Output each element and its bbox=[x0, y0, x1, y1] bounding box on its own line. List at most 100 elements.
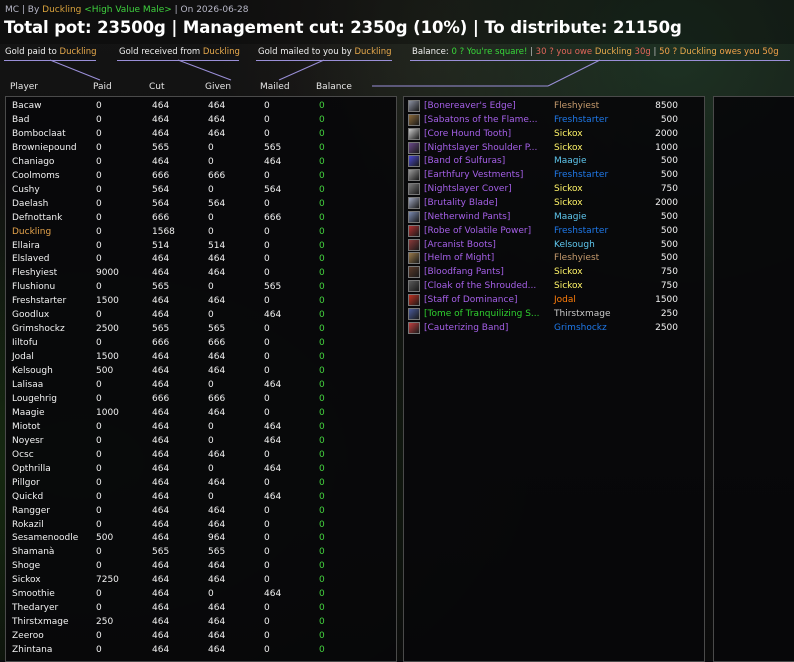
table-row: Elslaved 0 464 464 0 0 bbox=[6, 252, 396, 266]
cut-cell: 666 bbox=[152, 393, 170, 404]
table-row: Noyesr 0 464 0 464 0 bbox=[6, 434, 396, 448]
paid-cell: 1000 bbox=[96, 407, 119, 418]
item-link[interactable]: [Cloak of the Shrouded... bbox=[424, 279, 536, 293]
item-link[interactable]: [Nightslayer Cover] bbox=[424, 182, 512, 196]
item-link[interactable]: [Bonereaver's Edge] bbox=[424, 99, 516, 113]
balance-cell: 0 bbox=[319, 212, 325, 223]
item-link[interactable]: [Cauterizing Band] bbox=[424, 321, 508, 335]
item-price: 750 bbox=[660, 281, 678, 292]
list-item[interactable]: [Earthfury Vestments] Freshstarter 500 bbox=[404, 168, 704, 182]
item-link[interactable]: [Bloodfang Pants] bbox=[424, 265, 504, 279]
item-link[interactable]: [Helm of Might] bbox=[424, 251, 494, 265]
item-winner: Thirstxmage bbox=[554, 308, 611, 319]
list-item[interactable]: [Staff of Dominance] Jodal 1500 bbox=[404, 293, 704, 307]
item-price: 500 bbox=[660, 253, 678, 264]
item-link[interactable]: [Nightslayer Shoulder P... bbox=[424, 141, 537, 155]
list-item[interactable]: [Tome of Tranquilizing S... Thirstxmage 25… bbox=[404, 307, 704, 321]
given-cell: 666 bbox=[208, 338, 226, 349]
table-row: Sickox 7250 464 464 0 0 bbox=[6, 573, 396, 587]
cut-cell: 464 bbox=[152, 631, 170, 642]
list-item[interactable]: [Bonereaver's Edge] Fleshyiest 8500 bbox=[404, 99, 704, 113]
cut-cell: 464 bbox=[152, 128, 170, 139]
given-cell: 464 bbox=[208, 519, 226, 530]
list-item[interactable]: [Arcanist Boots] Kelsough 500 bbox=[404, 238, 704, 252]
given-cell: 464 bbox=[208, 352, 226, 363]
player-name: Noyesr bbox=[12, 435, 44, 446]
item-link[interactable]: [Brutality Blade] bbox=[424, 196, 498, 210]
list-item[interactable]: [Netherwind Pants] Maagie 500 bbox=[404, 210, 704, 224]
given-cell: 666 bbox=[208, 393, 226, 404]
boots-icon bbox=[408, 238, 420, 251]
given-cell: 0 bbox=[208, 226, 214, 237]
cut-cell: 564 bbox=[152, 198, 170, 209]
paid-cell: 0 bbox=[96, 254, 102, 265]
list-item[interactable]: [Sabatons of the Flame... Freshstarter 500 bbox=[404, 113, 704, 127]
player-name: Elslaved bbox=[12, 254, 50, 265]
list-item[interactable]: [Cauterizing Band] Grimshockz 2500 bbox=[404, 321, 704, 335]
player-name: Smoothie bbox=[12, 589, 55, 600]
item-link[interactable]: [Arcanist Boots] bbox=[424, 238, 496, 252]
given-cell: 0 bbox=[208, 380, 214, 390]
legend-connectors bbox=[49, 59, 601, 87]
list-item[interactable]: [Robe of Volatile Power] Freshstarter 500 bbox=[404, 224, 704, 238]
balance-cell: 0 bbox=[319, 380, 325, 390]
pants-icon bbox=[408, 210, 420, 223]
mailed-cell: 0 bbox=[264, 547, 270, 558]
given-cell: 464 bbox=[208, 449, 226, 460]
given-cell: 464 bbox=[208, 631, 226, 642]
player-name: Cushy bbox=[12, 184, 40, 195]
given-cell: 464 bbox=[208, 603, 226, 614]
table-row: Rangger 0 464 464 0 0 bbox=[6, 504, 396, 518]
list-item[interactable]: [Nightslayer Shoulder P... Sickox 1000 bbox=[404, 141, 704, 155]
given-cell: 464 bbox=[208, 254, 226, 265]
list-item[interactable]: [Core Hound Tooth] Sickox 2000 bbox=[404, 127, 704, 141]
sword-icon bbox=[408, 100, 420, 112]
item-link[interactable]: [Sabatons of the Flame... bbox=[424, 113, 538, 127]
given-cell: 0 bbox=[208, 491, 214, 502]
item-price: 500 bbox=[660, 156, 678, 167]
item-winner: Jodal bbox=[554, 294, 576, 305]
column-header-mailed: Mailed bbox=[260, 82, 290, 92]
list-item[interactable]: [Bloodfang Pants] Sickox 750 bbox=[404, 265, 704, 279]
connector-paid bbox=[49, 59, 101, 81]
paid-cell: 0 bbox=[96, 170, 102, 181]
staff-icon bbox=[408, 293, 420, 306]
item-link[interactable]: [Robe of Volatile Power] bbox=[424, 224, 531, 238]
given-cell: 0 bbox=[208, 435, 214, 446]
item-price: 500 bbox=[660, 239, 678, 250]
item-link[interactable]: [Netherwind Pants] bbox=[424, 210, 510, 224]
paid-cell: 0 bbox=[96, 212, 102, 223]
player-name: Pillgor bbox=[12, 477, 40, 488]
item-link[interactable]: [Core Hound Tooth] bbox=[424, 127, 511, 141]
item-link[interactable]: [Tome of Tranquilizing S... bbox=[424, 307, 540, 321]
list-item[interactable]: [Helm of Might] Fleshyiest 500 bbox=[404, 251, 704, 265]
paid-cell: 0 bbox=[96, 226, 102, 237]
cut-cell: 464 bbox=[152, 366, 170, 377]
list-item[interactable]: [Nightslayer Cover] Sickox 750 bbox=[404, 182, 704, 196]
table-row: Grimshockz 2500 565 565 0 0 bbox=[6, 322, 396, 336]
paid-cell: 250 bbox=[96, 617, 114, 628]
paid-cell: 0 bbox=[96, 561, 102, 572]
table-row: Jodal 1500 464 464 0 0 bbox=[6, 350, 396, 364]
item-link[interactable]: [Staff of Dominance] bbox=[424, 293, 518, 307]
given-cell: 565 bbox=[208, 324, 226, 335]
table-row: Lalisaa 0 464 0 464 0 bbox=[6, 378, 396, 392]
balance-cell: 0 bbox=[319, 324, 325, 335]
list-item[interactable]: [Band of Sulfuras] Maagie 500 bbox=[404, 154, 704, 168]
table-row: Ocsc 0 464 464 0 0 bbox=[6, 448, 396, 462]
list-item[interactable]: [Cloak of the Shrouded... Sickox 750 bbox=[404, 279, 704, 293]
item-link[interactable]: [Band of Sulfuras] bbox=[424, 154, 505, 168]
paid-cell: 0 bbox=[96, 645, 102, 656]
mailed-cell: 0 bbox=[264, 352, 270, 363]
list-item[interactable]: [Brutality Blade] Sickox 2000 bbox=[404, 196, 704, 210]
given-cell: 464 bbox=[208, 101, 226, 111]
mailed-cell: 0 bbox=[264, 101, 270, 111]
table-row: Thedaryer 0 464 464 0 0 bbox=[6, 601, 396, 615]
player-name: Defnottank bbox=[12, 212, 63, 223]
balance-cell: 0 bbox=[319, 170, 325, 181]
table-row: Browniepound 0 565 0 565 0 bbox=[6, 141, 396, 155]
table-row: Chaniago 0 464 0 464 0 bbox=[6, 155, 396, 169]
helm-icon bbox=[408, 252, 420, 265]
item-link[interactable]: [Earthfury Vestments] bbox=[424, 168, 523, 182]
mailed-cell: 0 bbox=[264, 226, 270, 237]
